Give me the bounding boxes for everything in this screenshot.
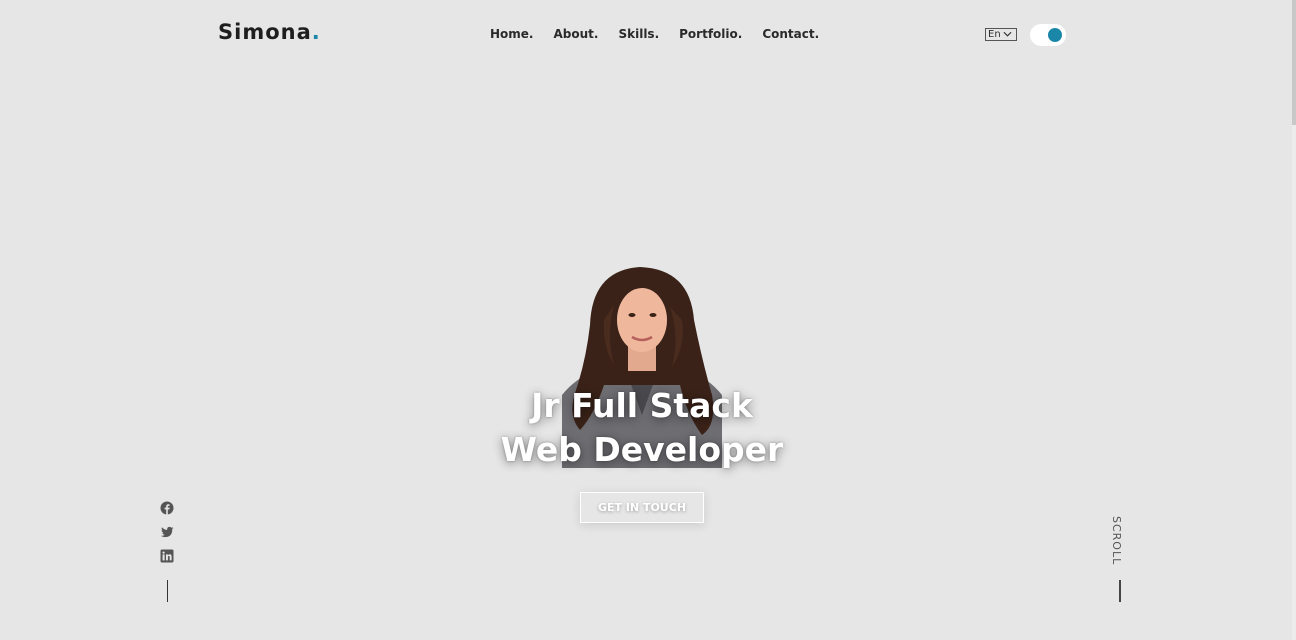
hero-title-line1: Jr Full Stack — [531, 386, 753, 425]
logo-text: Simona — [218, 20, 312, 44]
nav-home[interactable]: Home. — [490, 27, 534, 41]
logo-dot: . — [311, 20, 321, 44]
toggle-knob — [1048, 28, 1062, 42]
twitter-icon[interactable] — [160, 525, 174, 539]
facebook-icon[interactable] — [160, 501, 174, 515]
nav-contact[interactable]: Contact. — [762, 27, 819, 41]
linkedin-icon[interactable] — [160, 549, 174, 563]
nav-portfolio[interactable]: Portfolio. — [679, 27, 742, 41]
hero-title: Jr Full Stack Web Developer — [0, 384, 1284, 472]
nav-about[interactable]: About. — [554, 27, 599, 41]
theme-toggle[interactable] — [1030, 24, 1066, 46]
page: Simona. Home. About. Skills. Portfolio. … — [0, 0, 1296, 640]
page-scrollbar[interactable] — [1292, 0, 1296, 640]
chevron-down-icon — [1003, 31, 1012, 37]
scroll-indicator-line — [1119, 580, 1121, 602]
language-value: En — [988, 29, 1001, 40]
hero-title-line2: Web Developer — [500, 430, 784, 469]
scrollbar-thumb[interactable] — [1292, 0, 1296, 125]
main-nav: Home. About. Skills. Portfolio. Contact. — [480, 27, 829, 41]
nav-skills[interactable]: Skills. — [618, 27, 659, 41]
scroll-label: SCROLL — [1110, 516, 1123, 566]
social-divider-line — [167, 580, 168, 602]
get-in-touch-button[interactable]: GET IN TOUCH — [580, 492, 704, 523]
social-links — [160, 501, 176, 573]
logo[interactable]: Simona. — [218, 20, 321, 44]
language-select[interactable]: En — [985, 28, 1017, 41]
